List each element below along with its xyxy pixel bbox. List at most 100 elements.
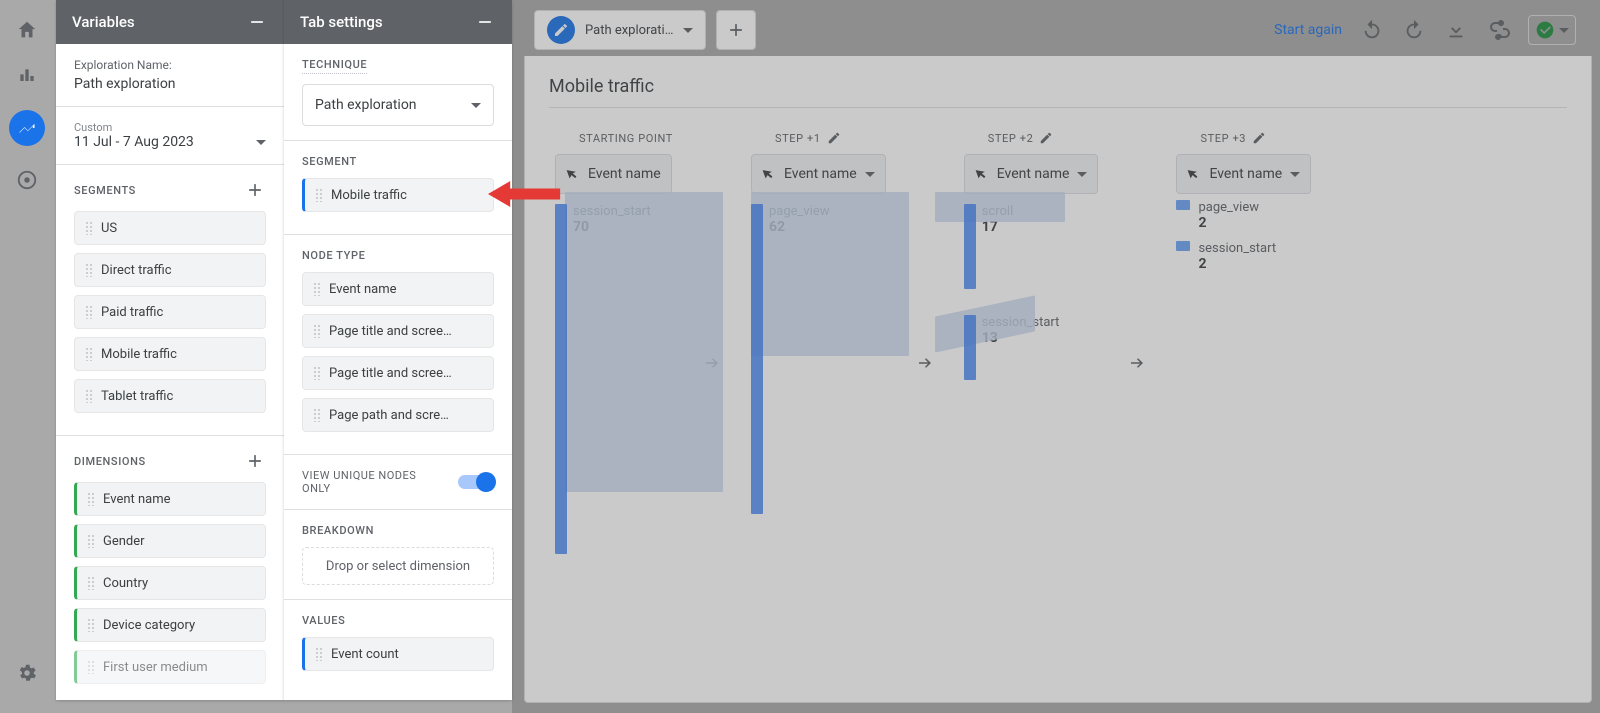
collapse-icon[interactable]: [246, 11, 268, 33]
segment-chip[interactable]: Mobile traffic: [74, 337, 266, 371]
add-dimension-icon[interactable]: [244, 450, 266, 472]
drag-handle-icon: [313, 324, 321, 338]
segment-chip[interactable]: Tablet traffic: [74, 379, 266, 413]
sankey-node-bar[interactable]: [555, 204, 567, 554]
tab-settings-title: Tab settings: [300, 13, 383, 31]
segment-chip-label: Paid traffic: [101, 305, 163, 320]
explore-icon[interactable]: [9, 110, 45, 146]
step-select-value: Event name: [1209, 166, 1282, 182]
cursor-icon: [760, 165, 778, 183]
segment-chip[interactable]: Paid traffic: [74, 295, 266, 329]
technique-title: TECHNIQUE: [302, 58, 367, 71]
pencil-icon[interactable]: [1252, 131, 1266, 145]
dimension-chip[interactable]: Event name: [74, 482, 266, 516]
segments-section: SEGMENTS US Direct traffic Paid traffic …: [56, 165, 284, 436]
sankey-node-bar[interactable]: [1176, 200, 1190, 210]
dimensions-title: DIMENSIONS: [74, 455, 146, 468]
drag-handle-icon: [313, 366, 321, 380]
tab-settings-panel: Tab settings TECHNIQUE Path exploration …: [284, 0, 512, 700]
drag-handle-icon: [87, 618, 95, 632]
canvas-title: Mobile traffic: [549, 56, 1567, 108]
sankey-node-bar[interactable]: [964, 315, 976, 380]
variables-panel: Variables Exploration Name: Path explora…: [56, 0, 284, 700]
date-range-value: 11 Jul - 7 Aug 2023: [74, 134, 194, 150]
redo-icon[interactable]: [1402, 18, 1426, 42]
arrow-right-icon: [916, 354, 934, 372]
node-type-chip[interactable]: Event name: [302, 272, 494, 306]
drag-handle-icon: [313, 408, 321, 422]
node-type-chip[interactable]: Page title and scree…: [302, 314, 494, 348]
date-range-type: Custom: [74, 121, 266, 134]
node-type-label: Page title and scree…: [329, 324, 452, 339]
cursor-icon: [564, 165, 582, 183]
value-chip[interactable]: Event count: [302, 637, 494, 671]
drag-handle-icon: [87, 534, 95, 548]
advertising-icon[interactable]: [15, 168, 39, 192]
add-tab-button[interactable]: [716, 10, 756, 50]
home-icon[interactable]: [15, 18, 39, 42]
variables-title: Variables: [72, 13, 135, 31]
node-type-chip[interactable]: Page path and scre…: [302, 398, 494, 432]
drag-handle-icon: [85, 221, 93, 235]
step-select-value: Event name: [997, 166, 1070, 182]
node-type-title: NODE TYPE: [302, 249, 365, 262]
drag-handle-icon: [313, 282, 321, 296]
segment-applied-chip[interactable]: Mobile traffic: [302, 178, 494, 212]
step-node-select[interactable]: Event name: [964, 154, 1099, 194]
drag-handle-icon: [85, 263, 93, 277]
chevron-down-icon: [865, 172, 875, 177]
dimension-chip[interactable]: Device category: [74, 608, 266, 642]
exploration-name-section: Exploration Name: Path exploration: [56, 44, 284, 107]
share-icon[interactable]: [1486, 18, 1510, 42]
sankey-node-value: 2: [1198, 215, 1259, 231]
sankey-node-bar[interactable]: [964, 204, 976, 289]
pencil-icon[interactable]: [827, 131, 841, 145]
exploration-tab[interactable]: Path explorati…: [534, 10, 706, 50]
settings-icon[interactable]: [15, 661, 39, 685]
step-label: STEP +1: [775, 132, 821, 145]
dimension-chip[interactable]: Gender: [74, 524, 266, 558]
dimension-chip-label: Device category: [103, 618, 195, 633]
chevron-down-icon: [1290, 172, 1300, 177]
view-unique-section: VIEW UNIQUE NODES ONLY: [284, 455, 512, 510]
segment-chip-label: US: [101, 221, 117, 236]
exploration-name-value[interactable]: Path exploration: [74, 76, 266, 92]
add-segment-icon[interactable]: [244, 179, 266, 201]
view-unique-toggle[interactable]: [458, 475, 494, 489]
segment-chip[interactable]: Direct traffic: [74, 253, 266, 287]
dimension-chip[interactable]: Country: [74, 566, 266, 600]
sankey-node-bar[interactable]: [751, 204, 763, 514]
drag-handle-icon: [87, 576, 95, 590]
step-node-select[interactable]: Event name: [555, 154, 672, 194]
node-type-chip[interactable]: Page title and scree…: [302, 356, 494, 390]
segment-chip-label: Direct traffic: [101, 263, 172, 278]
drag-handle-icon: [87, 492, 95, 506]
edit-tab-icon: [547, 16, 575, 44]
collapse-icon[interactable]: [474, 11, 496, 33]
sankey-node-value: 2: [1198, 256, 1276, 272]
dimension-chip-label: Country: [103, 576, 148, 591]
step-node-select[interactable]: Event name: [1176, 154, 1311, 194]
status-pill[interactable]: [1528, 15, 1576, 45]
undo-icon[interactable]: [1360, 18, 1384, 42]
chevron-down-icon: [471, 103, 481, 108]
date-range-picker[interactable]: Custom 11 Jul - 7 Aug 2023: [56, 107, 284, 165]
value-chip-label: Event count: [331, 647, 399, 662]
step-select-value: Event name: [784, 166, 857, 182]
chevron-down-icon: [683, 28, 693, 33]
breakdown-title: BREAKDOWN: [302, 524, 374, 537]
download-icon[interactable]: [1444, 18, 1468, 42]
step-label: STEP +2: [988, 132, 1034, 145]
variables-panel-header: Variables: [56, 0, 284, 44]
drag-handle-icon: [85, 347, 93, 361]
pencil-icon[interactable]: [1039, 131, 1053, 145]
segment-chip[interactable]: US: [74, 211, 266, 245]
step-node-select[interactable]: Event name: [751, 154, 886, 194]
technique-select[interactable]: Path exploration: [302, 84, 494, 126]
drag-handle-icon: [87, 660, 95, 674]
breakdown-drop-area[interactable]: Drop or select dimension: [302, 547, 494, 585]
start-again-button[interactable]: Start again: [1274, 22, 1342, 38]
sankey-node-bar[interactable]: [1176, 241, 1190, 251]
dimension-chip[interactable]: First user medium: [74, 650, 266, 684]
reports-icon[interactable]: [15, 64, 39, 88]
